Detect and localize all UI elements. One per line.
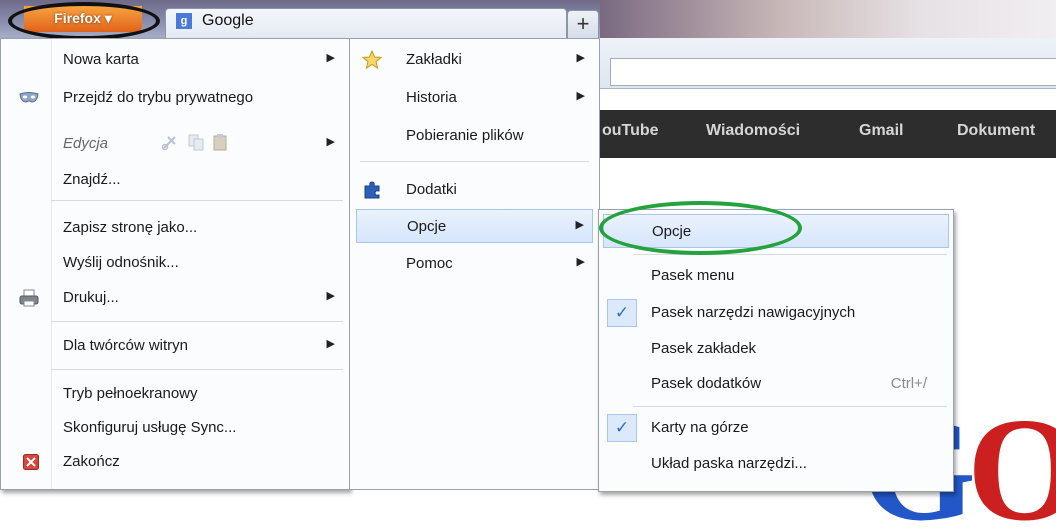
menu-item-label: Karty na górze [651, 419, 749, 436]
logo-letter-o: O [967, 406, 1056, 527]
printer-icon [19, 289, 39, 307]
menu-separator [51, 369, 343, 370]
gbar-link-docs[interactable]: Dokument [957, 122, 1035, 140]
annotation-circle-options [599, 201, 802, 255]
mask-icon [19, 92, 39, 110]
google-favicon-icon: g [176, 13, 192, 29]
menu-item-label: Pobieranie plików [406, 127, 524, 144]
menu-item-find[interactable]: Znajdź... [1, 163, 349, 197]
menu-separator [51, 200, 343, 201]
gbar-link-youtube[interactable]: ouTube [602, 122, 659, 140]
menu-item-private-browsing[interactable]: Przejdź do trybu prywatnego [1, 81, 349, 115]
menu-item-label: Pasek dodatków [651, 375, 762, 392]
menu-item-send-link[interactable]: Wyślij odnośnik... [1, 246, 349, 280]
menu-item-exit[interactable]: Zakończ [1, 445, 349, 479]
firefox-main-menu: Nowa karta ▶ Przejdź do trybu prywatnego… [0, 38, 350, 490]
menu-item-label: Drukuj... [63, 289, 119, 306]
menu-item-label: Pasek zakładek [651, 340, 757, 357]
menu-item-label: Historia [406, 89, 457, 106]
shortcut-label: Ctrl+/ [890, 375, 927, 392]
menu-item-label: Pasek narzędzi nawigacyjnych [651, 304, 856, 321]
submenu-arrow-icon: ▶ [576, 52, 585, 64]
submenu-item-bookmarks-toolbar[interactable]: Pasek zakładek [599, 332, 953, 366]
paste-icon [211, 133, 229, 151]
gbar-link-gmail[interactable]: Gmail [859, 122, 903, 140]
submenu-item-addon-bar[interactable]: Pasek dodatków Ctrl+/ [599, 367, 953, 401]
submenu-item-navigation-toolbar[interactable]: ✓ Pasek narzędzi nawigacyjnych [599, 296, 953, 330]
menu-item-history[interactable]: Historia ▶ [350, 81, 599, 115]
puzzle-piece-icon [362, 180, 382, 200]
tab-label: Google [202, 12, 254, 29]
submenu-arrow-icon: ▶ [576, 256, 585, 268]
menu-item-label: Zakładki [406, 51, 462, 68]
menu-item-edit[interactable]: Edycja ▶ [1, 127, 349, 161]
menu-item-bookmarks[interactable]: Zakładki ▶ [350, 43, 599, 77]
menu-item-label: Przejdź do trybu prywatnego [63, 89, 254, 106]
menu-item-label: Zakończ [63, 453, 120, 470]
exit-icon [23, 454, 39, 470]
menu-item-help[interactable]: Pomoc ▶ [350, 247, 599, 281]
menu-separator [51, 321, 343, 322]
submenu-item-tabs-on-top[interactable]: ✓ Karty na górze [599, 411, 953, 445]
menu-item-label: Dodatki [406, 181, 457, 198]
menu-item-label: Znajdź... [63, 171, 121, 188]
checkmark-icon: ✓ [607, 414, 637, 442]
tab-google[interactable]: g Google [165, 8, 567, 39]
submenu-arrow-icon: ▶ [576, 90, 585, 102]
star-icon [361, 49, 383, 70]
menu-item-label: Nowa karta [63, 51, 139, 68]
submenu-item-menu-bar[interactable]: Pasek menu [599, 259, 953, 293]
submenu-item-customize-toolbar[interactable]: Układ paska narzędzi... [599, 447, 953, 481]
annotation-circle-firefox [8, 2, 160, 40]
menu-item-label: Skonfiguruj usługę Sync... [63, 419, 237, 436]
url-bar[interactable] [610, 58, 1056, 86]
cut-icon [161, 133, 179, 151]
menu-separator [360, 161, 589, 162]
window-title-area [600, 0, 1056, 38]
menu-item-label: Układ paska narzędzi... [651, 455, 807, 472]
submenu-arrow-icon: ▶ [326, 52, 335, 64]
submenu-arrow-icon: ▶ [575, 219, 584, 231]
menu-item-addons[interactable]: Dodatki [350, 173, 599, 207]
menu-item-label: Pomoc [406, 255, 453, 272]
submenu-arrow-icon: ▶ [326, 338, 335, 350]
menu-item-label: Wyślij odnośnik... [63, 254, 179, 271]
submenu-arrow-icon: ▶ [326, 136, 335, 148]
menu-item-save-page-as[interactable]: Zapisz stronę jako... [1, 211, 349, 245]
menu-item-web-developer[interactable]: Dla twórców witryn ▶ [1, 329, 349, 363]
firefox-menu-right-column: Zakładki ▶ Historia ▶ Pobieranie plików … [350, 38, 600, 490]
new-tab-button[interactable]: + [567, 10, 599, 39]
menu-item-label: Pasek menu [651, 267, 735, 284]
checkmark-icon: ✓ [607, 299, 637, 327]
menu-item-new-tab[interactable]: Nowa karta ▶ [1, 43, 349, 77]
menu-item-label: Zapisz stronę jako... [63, 219, 198, 236]
menu-item-label: Edycja [63, 135, 109, 152]
menu-item-print[interactable]: Drukuj... ▶ [1, 281, 349, 315]
copy-icon [187, 133, 205, 151]
menu-item-fullscreen[interactable]: Tryb pełnoekranowy [1, 377, 349, 411]
menu-separator [633, 406, 947, 407]
menu-item-label: Opcje [407, 218, 447, 235]
menu-item-setup-sync[interactable]: Skonfiguruj usługę Sync... [1, 411, 349, 445]
menu-item-label: Tryb pełnoekranowy [63, 385, 198, 402]
submenu-arrow-icon: ▶ [326, 290, 335, 302]
menu-item-label: Dla twórców witryn [63, 337, 189, 354]
menu-item-downloads[interactable]: Pobieranie plików [350, 119, 599, 153]
gbar-link-news[interactable]: Wiadomości [706, 122, 800, 140]
menu-item-options[interactable]: Opcje ▶ [356, 209, 593, 243]
